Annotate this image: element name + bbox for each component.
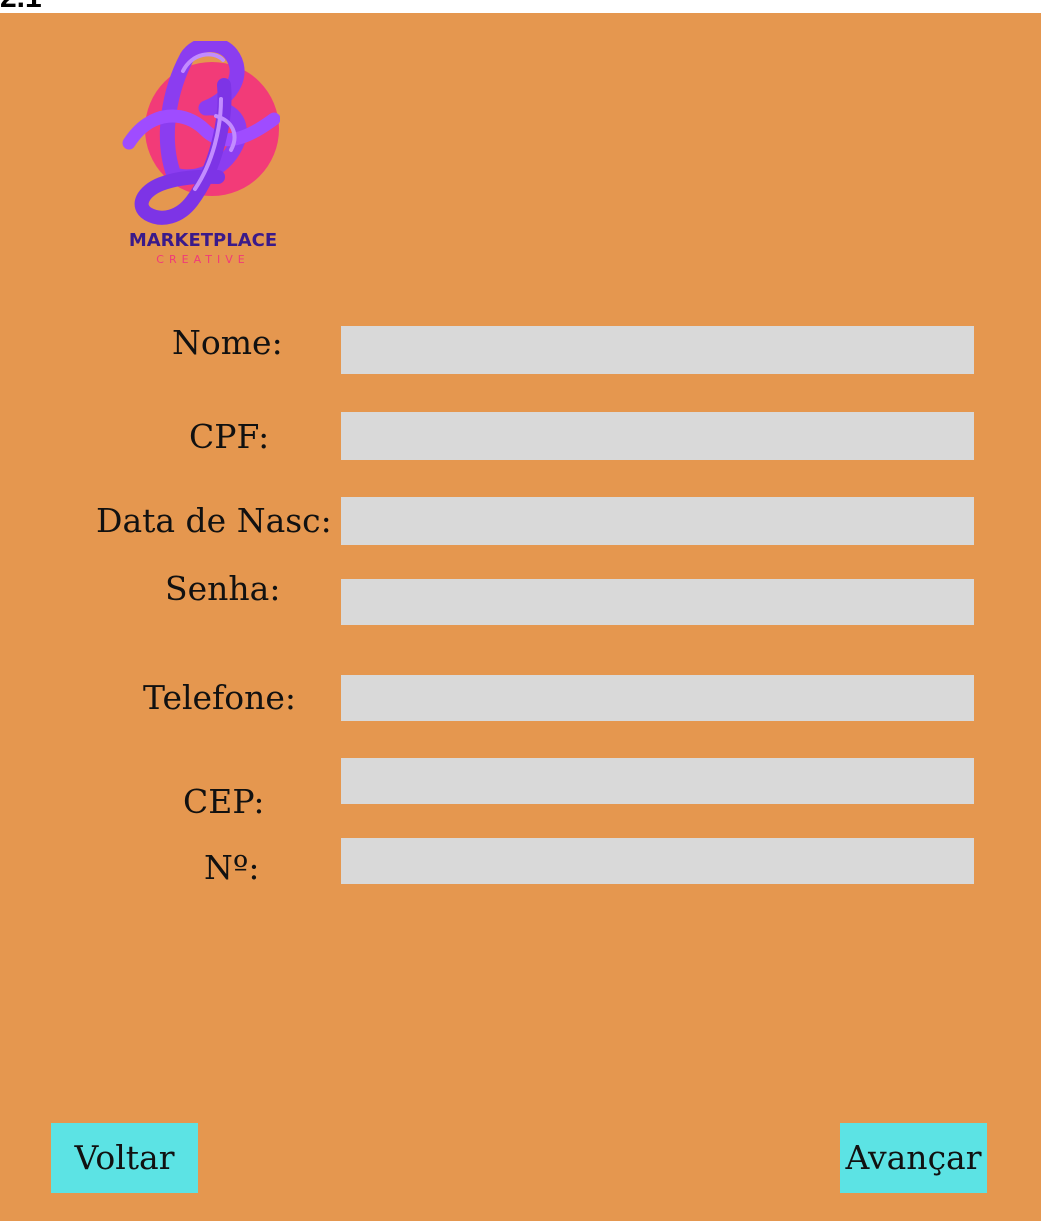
number-label: Nº: [204,848,260,887]
password-input[interactable] [341,579,974,625]
marketplace-logo: MARKETPLACE CREATIVE [90,41,315,273]
frame-title: 2.1 [0,0,42,13]
birth-date-input[interactable] [341,497,974,545]
cep-label: CEP: [183,782,265,821]
birth-date-label: Data de Nasc: [96,501,332,540]
back-button[interactable]: Voltar [51,1123,198,1193]
logo-main-text: MARKETPLACE [128,230,278,251]
cep-input[interactable] [341,758,974,804]
password-label: Senha: [165,569,281,608]
logo-sub-text: CREATIVE [156,253,250,266]
form-panel: MARKETPLACE CREATIVE Nome: CPF: Data de … [0,13,1041,1221]
bj-monogram-icon [122,41,280,225]
phone-label: Telefone: [143,678,297,717]
next-button[interactable]: Avançar [840,1123,987,1193]
registration-screen: 2.1 MARKETPLACE CREATIVE Nome: CPF: Data… [0,0,1043,1221]
name-input[interactable] [341,326,974,374]
phone-input[interactable] [341,675,974,721]
cpf-input[interactable] [341,412,974,460]
name-label: Nome: [172,323,283,362]
cpf-label: CPF: [189,417,270,456]
number-input[interactable] [341,838,974,884]
